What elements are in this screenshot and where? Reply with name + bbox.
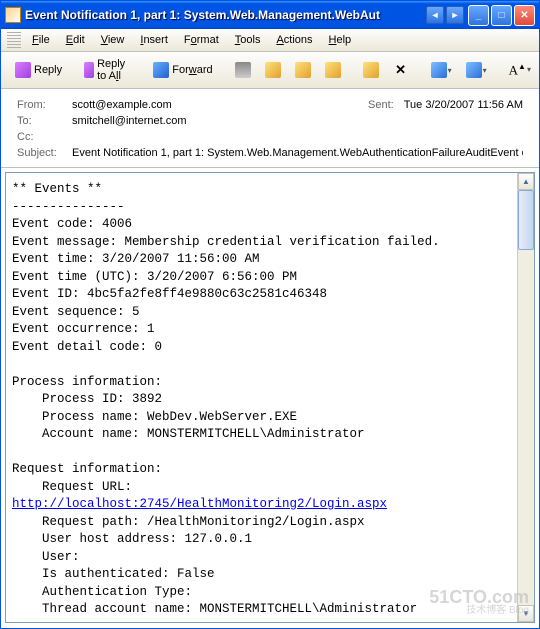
toolbar: Reply Reply to All Forward ✕ ▾ ▾ A▲▾ ?▾	[1, 52, 539, 89]
menubar: File Edit View Insert Format Tools Actio…	[1, 29, 539, 52]
menu-actions[interactable]: Actions	[269, 32, 319, 48]
prev-item-button[interactable]: ◄	[426, 6, 444, 24]
menu-help[interactable]: Help	[322, 32, 359, 48]
menu-format[interactable]: Format	[177, 32, 226, 48]
to-value: smitchell@internet.com	[72, 115, 523, 127]
forward-button[interactable]: Forward	[147, 59, 218, 81]
cc-label: Cc:	[17, 131, 72, 143]
folder-icon	[265, 62, 281, 78]
reply-all-button[interactable]: Reply to All	[78, 55, 137, 85]
to-label: To:	[17, 115, 72, 127]
menu-edit[interactable]: Edit	[59, 32, 92, 48]
from-value: scott@example.com	[72, 99, 368, 111]
task-button[interactable]	[319, 59, 347, 81]
menu-insert[interactable]: Insert	[133, 32, 175, 48]
reply-icon	[15, 62, 31, 78]
scroll-up-button[interactable]: ▲	[518, 173, 534, 190]
reply-button[interactable]: Reply	[9, 59, 68, 81]
scroll-thumb[interactable]	[518, 190, 534, 250]
font-size-button[interactable]: A▲▾	[503, 59, 537, 81]
chevron-down-icon: ▾	[527, 65, 531, 74]
print-button[interactable]	[229, 59, 257, 81]
arrow-down-icon	[466, 62, 482, 78]
close-button[interactable]: ✕	[514, 5, 535, 26]
request-url-link[interactable]: http://localhost:2745/HealthMonitoring2/…	[12, 497, 387, 511]
message-body[interactable]: ** Events ** --------------- Event code:…	[5, 172, 535, 623]
delete-button[interactable]: ✕	[387, 59, 415, 81]
flag-icon	[295, 62, 311, 78]
prev-button[interactable]: ▾	[425, 59, 458, 81]
print-icon	[235, 62, 251, 78]
subject-value: Event Notification 1, part 1: System.Web…	[72, 147, 523, 159]
reply-all-label: Reply to All	[97, 58, 131, 82]
cc-value	[72, 131, 523, 143]
menu-tools[interactable]: Tools	[228, 32, 268, 48]
task-icon	[325, 62, 341, 78]
forward-icon	[153, 62, 169, 78]
minimize-button[interactable]: _	[468, 5, 489, 26]
subject-label: Subject:	[17, 147, 72, 159]
maximize-button[interactable]: □	[491, 5, 512, 26]
flag-button[interactable]	[289, 59, 317, 81]
next-button[interactable]: ▾	[460, 59, 493, 81]
grip-icon	[7, 32, 21, 48]
rules-button[interactable]	[357, 59, 385, 81]
from-label: From:	[17, 99, 72, 111]
window-buttons: _ □ ✕	[468, 5, 535, 26]
forward-label: Forward	[172, 64, 212, 76]
sent-value: Tue 3/20/2007 11:56 AM	[404, 99, 523, 111]
move-button[interactable]	[259, 59, 287, 81]
scroll-down-button[interactable]: ▼	[518, 605, 534, 622]
font-label: A▲	[509, 62, 526, 78]
next-item-button[interactable]: ►	[446, 6, 464, 24]
titlebar: Event Notification 1, part 1: System.Web…	[1, 1, 539, 29]
arrow-up-icon	[431, 62, 447, 78]
mail-icon	[5, 7, 21, 23]
window-title: Event Notification 1, part 1: System.Web…	[25, 8, 426, 22]
delete-icon: ✕	[393, 62, 409, 78]
reply-label: Reply	[34, 64, 62, 76]
chevron-down-icon: ▾	[483, 66, 487, 75]
chevron-down-icon: ▾	[448, 66, 452, 75]
rules-icon	[363, 62, 379, 78]
menu-view[interactable]: View	[94, 32, 132, 48]
body-container: ** Events ** --------------- Event code:…	[1, 168, 539, 627]
nav-group: ◄ ►	[426, 6, 464, 24]
reply-all-icon	[84, 62, 94, 78]
menu-file[interactable]: File	[25, 32, 57, 48]
sent-label: Sent:	[368, 99, 394, 111]
message-header: From: scott@example.com Sent: Tue 3/20/2…	[1, 89, 539, 168]
scrollbar[interactable]: ▲ ▼	[517, 173, 534, 622]
